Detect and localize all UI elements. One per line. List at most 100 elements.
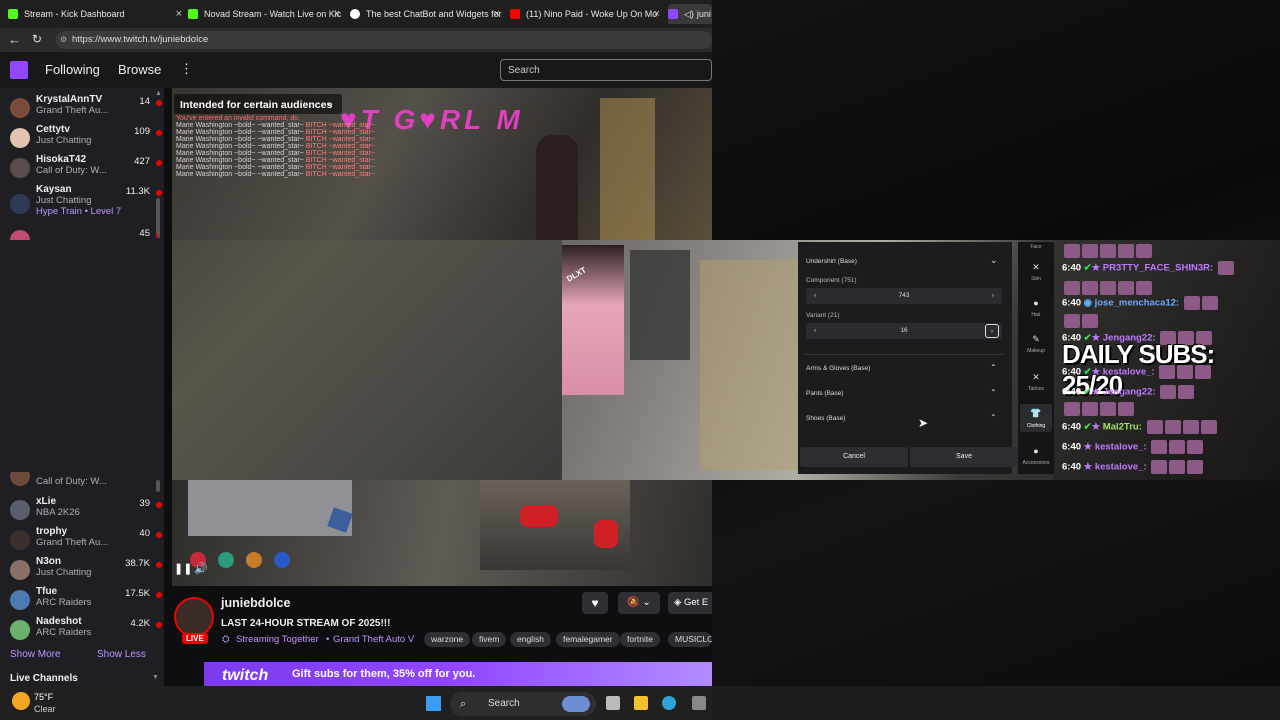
sidebar-channel[interactable]: Kaysan Just Chatting Hype Train • Level …	[8, 184, 162, 224]
get-ad-free-button[interactable]: ◈ Get E	[668, 592, 712, 614]
sidebar-channel[interactable]: 45	[8, 226, 158, 240]
sidebar-scrollbar-lower[interactable]	[156, 480, 160, 492]
accessory-icon[interactable]: ●	[1022, 446, 1050, 456]
shoes-heading[interactable]: Shoes (Base)	[806, 415, 845, 422]
shirt-icon[interactable]: 👕	[1022, 408, 1050, 419]
sidebar-channel[interactable]: HisokaT42 Call of Duty: W... 427	[8, 154, 162, 182]
chevron-left-icon[interactable]: ‹	[814, 288, 816, 304]
category-tattoos[interactable]: Tattoos	[1022, 386, 1050, 392]
game-link[interactable]: Grand Theft Auto V	[333, 634, 414, 645]
channel-game: NBA 2K26	[36, 507, 80, 518]
notifications-button[interactable]: 🔕 ⌄	[618, 592, 660, 614]
browser-tab[interactable]: Stream - Kick Dashboard ×	[8, 4, 184, 24]
sidebar-channel[interactable]: xLie NBA 2K26 39	[8, 496, 162, 524]
skin-icon[interactable]: ✕	[1022, 262, 1050, 273]
emote-icon	[1151, 440, 1168, 454]
brush-icon[interactable]: ✎	[1022, 334, 1050, 345]
edge-browser-icon[interactable]	[662, 696, 676, 710]
file-explorer-icon[interactable]	[634, 696, 648, 710]
sidebar-channel[interactable]: KrystalAnnTV Grand Theft Au... 14	[8, 94, 162, 122]
close-tab-icon[interactable]: ×	[176, 8, 182, 20]
category-face[interactable]: Face	[1022, 244, 1050, 250]
site-info-icon[interactable]: ⚙	[60, 31, 67, 49]
chevron-up-icon[interactable]: ⌃	[990, 363, 997, 372]
emote-row	[1062, 242, 1152, 260]
category-makeup[interactable]: Makeup	[1022, 348, 1050, 354]
arms-gloves-heading[interactable]: Arms & Gloves (Base)	[806, 365, 870, 372]
weather-icon[interactable]	[12, 692, 30, 710]
browser-tab-active[interactable]: ◁) juni	[668, 4, 712, 24]
volume-icon[interactable]: 🔊	[194, 562, 208, 575]
chevron-left-icon[interactable]: ‹	[814, 323, 816, 339]
browser-tab[interactable]: Novad Stream - Watch Live on Kic ×	[188, 4, 342, 24]
close-tab-icon[interactable]: ×	[654, 8, 660, 20]
streaming-together-link[interactable]: Streaming Together	[236, 634, 319, 645]
search-input[interactable]: Search	[500, 59, 712, 81]
variant-stepper[interactable]: ‹ 16 ›	[806, 323, 1002, 339]
pants-heading[interactable]: Pants (Base)	[806, 390, 844, 397]
sidebar-channel[interactable]: Nadeshot ARC Raiders 4.2K	[8, 616, 162, 644]
twitch-logo-icon[interactable]	[10, 61, 28, 79]
scroll-down-icon[interactable]: ▼	[152, 674, 159, 681]
component-stepper[interactable]: ‹ 743 ›	[806, 288, 1002, 304]
category-skin[interactable]: Skin	[1022, 276, 1050, 282]
chevron-up-icon[interactable]: ⌃	[990, 388, 997, 397]
tag-chip[interactable]: fivem	[472, 632, 507, 647]
chevron-up-icon[interactable]: ⌃	[990, 413, 997, 422]
divider	[804, 354, 1004, 355]
tab-label: juni	[696, 9, 711, 19]
chevron-right-icon[interactable]: ›	[985, 324, 999, 338]
nav-following[interactable]: Following	[45, 62, 100, 77]
show-less-link[interactable]: Show Less	[97, 649, 146, 660]
sidebar-channel[interactable]: trophy Grand Theft Au... 40	[8, 526, 162, 554]
character-shoe	[520, 505, 558, 527]
more-menu-icon[interactable]: ⋮	[180, 61, 193, 77]
close-tab-icon[interactable]: ×	[334, 8, 340, 20]
tag-chip[interactable]: english	[510, 632, 551, 647]
channel-name: KrystalAnnTV	[36, 94, 103, 105]
task-view-icon[interactable]	[606, 696, 620, 710]
chevron-right-icon[interactable]: ›	[992, 288, 994, 304]
tag-chip[interactable]: MUSICLO	[668, 632, 712, 647]
chevron-down-icon[interactable]: ⌄	[326, 98, 334, 109]
tab-label: Stream - Kick Dashboard	[24, 9, 125, 19]
nav-browse[interactable]: Browse	[118, 62, 161, 77]
emote-row	[1062, 279, 1152, 297]
taskbar-search[interactable]: ⌕ Search	[450, 692, 596, 716]
sub-chat-line: 6:40 ✔★ PR3TTY_FACE_SHIN3R:	[1062, 261, 1234, 275]
tattoo-icon[interactable]: ✕	[1022, 372, 1050, 383]
close-tab-icon[interactable]: ×	[494, 8, 500, 20]
hair-icon[interactable]: ●	[1022, 298, 1050, 308]
channel-name[interactable]: juniebdolce	[221, 596, 290, 610]
tag-chip[interactable]: femalegamer	[556, 632, 620, 647]
channel-avatar[interactable]	[174, 597, 214, 637]
reload-icon[interactable]: ↻	[32, 32, 42, 46]
store-icon[interactable]	[692, 696, 706, 710]
show-more-link[interactable]: Show More	[10, 649, 61, 660]
tag-chip[interactable]: warzone	[424, 632, 471, 647]
sidebar-channel[interactable]: N3on Just Chatting 38.7K	[8, 556, 162, 584]
sidebar-channel[interactable]: Call of Duty: W...	[8, 472, 158, 492]
weather-temp[interactable]: 75°F	[34, 692, 53, 702]
undershirt-heading[interactable]: Undershirt (Base)	[806, 258, 857, 265]
pause-icon[interactable]: ❚❚	[174, 562, 192, 575]
verified-badge-icon: ✔	[1083, 386, 1092, 398]
browser-tab[interactable]: The best ChatBot and Widgets for ×	[350, 4, 502, 24]
category-clothing[interactable]: Clothing	[1022, 423, 1050, 429]
chevron-down-icon[interactable]: ⌄	[990, 255, 998, 266]
back-icon[interactable]: ←	[8, 32, 21, 47]
windows-start-icon[interactable]	[426, 696, 441, 711]
in-game-chat-line: Marie Washington ~bold~ ~wanted_star~ BI…	[176, 122, 476, 129]
browser-tab[interactable]: (11) Nino Paid - Woke Up On Mo ×	[510, 4, 662, 24]
cancel-button[interactable]: Cancel	[800, 447, 908, 467]
sidebar-channel[interactable]: Cettytv Just Chatting 109	[8, 124, 162, 152]
heart-follow-icon[interactable]: ♥	[582, 592, 608, 614]
tag-chip[interactable]: fortnite	[620, 632, 660, 647]
url-field[interactable]: ⚙ https://www.twitch.tv/juniebdolce	[56, 31, 712, 49]
category-hair[interactable]: Hair	[1022, 312, 1050, 318]
sidebar-channel[interactable]: Tfue ARC Raiders 17.5K	[8, 586, 162, 614]
category-accessories[interactable]: Accessories	[1022, 460, 1050, 466]
save-button[interactable]: Save	[910, 447, 1018, 467]
verified-badge-icon: ✔	[1083, 421, 1092, 433]
gift-subs-promo[interactable]: twitch Gift subs for them, 35% off for y…	[204, 662, 712, 686]
